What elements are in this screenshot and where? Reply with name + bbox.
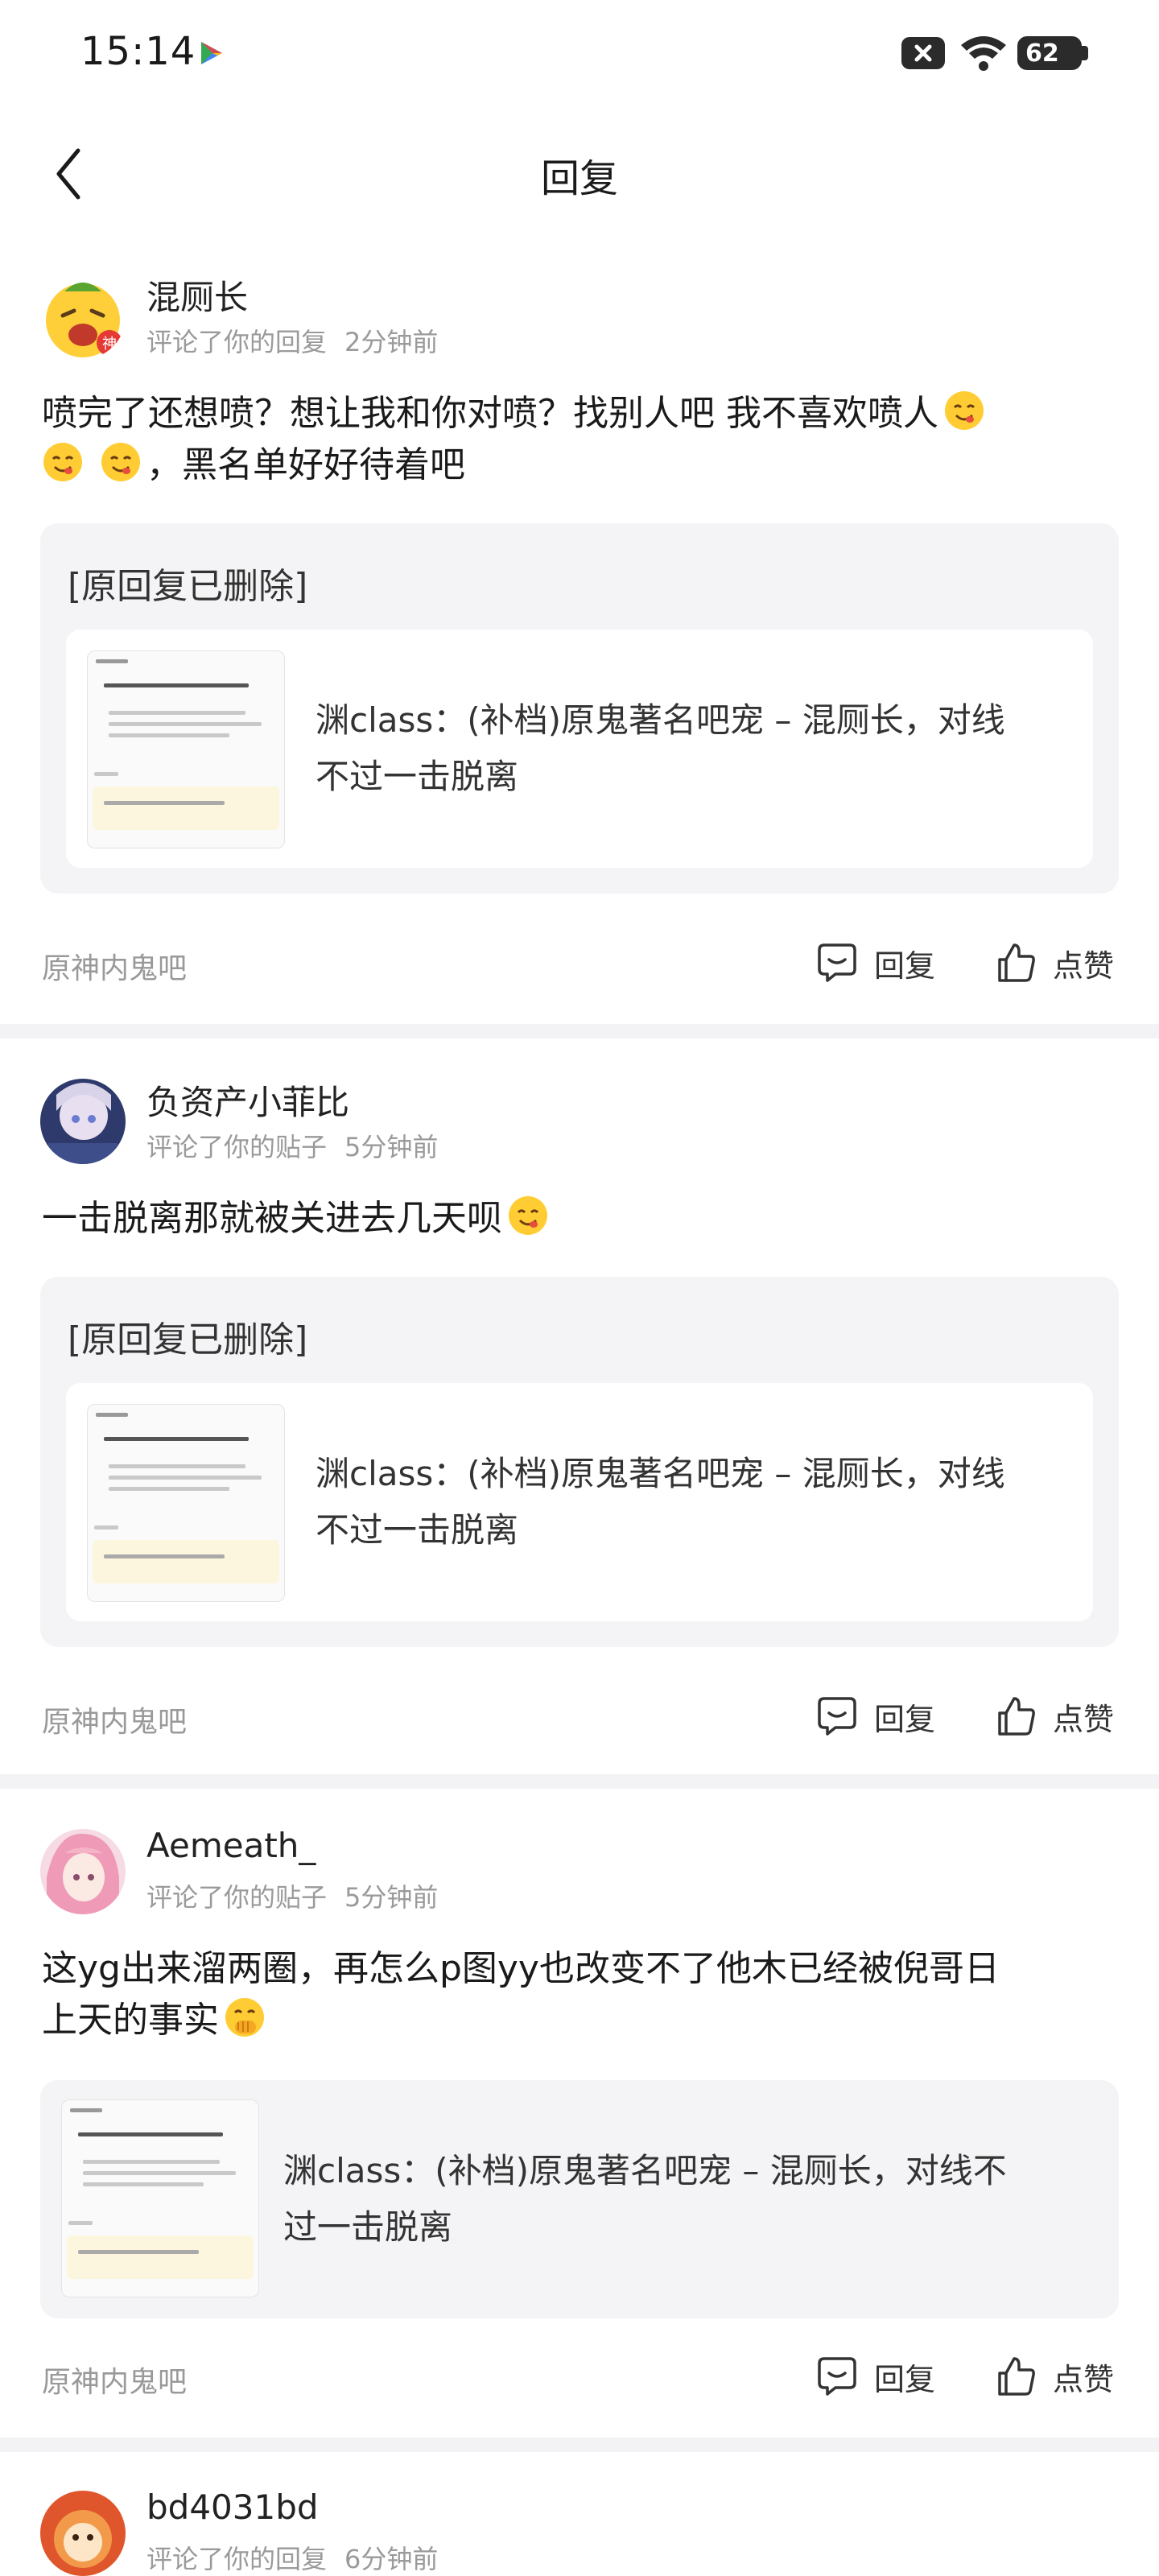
comment-bubble-icon <box>818 2357 856 2396</box>
meta-info: 评论了你的贴子 5分钟前 <box>146 1127 456 1164</box>
thumbs-up-icon <box>998 943 1035 982</box>
notification-item[interactable]: Aemeath_ 评论了你的贴子 5分钟前 这yg出来溜两圈，再怎么p图yy也改变… <box>0 1821 1159 2465</box>
reply-button[interactable]: 回复 <box>816 2352 935 2401</box>
username[interactable]: 负资产小菲比 <box>146 1075 349 1125</box>
deleted-reply-label: [原回复已删除] <box>68 566 308 607</box>
original-post-card[interactable]: 渊class：(补档)原鬼著名吧宠 – 混厕长，对线 不过一击脱离 <box>66 1383 1093 1621</box>
hand-over-mouth-emoji <box>225 1998 264 2037</box>
avatar[interactable]: 神 <box>40 274 126 359</box>
like-button[interactable]: 点赞 <box>995 939 1114 987</box>
yum-face-emoji <box>43 443 82 481</box>
content-text: 喷完了还想喷？想让我和你对喷？找别人吧 我不喜欢喷人 <box>42 393 938 434</box>
like-label: 点赞 <box>1053 2361 1115 2397</box>
yum-face-emoji <box>509 1196 547 1235</box>
like-button[interactable]: 点赞 <box>995 1692 1114 1740</box>
avatar-anime-image <box>40 1829 126 1914</box>
battery-tip <box>1082 46 1088 60</box>
section-divider <box>0 1024 1159 1038</box>
action-text: 评论了你的回复 <box>146 327 328 357</box>
comment-content[interactable]: 这yg出来溜两圈，再怎么p图yy也改变不了他木已经被倪哥日 上天的事实 <box>42 1943 1088 2046</box>
comment-bubble-icon <box>818 943 856 982</box>
avatar[interactable] <box>40 1079 126 1164</box>
section-divider <box>0 1774 1159 1789</box>
post-title-line-1: 渊class：(补档)原鬼著名吧宠 – 混厕长，对线 <box>316 1454 1005 1493</box>
post-title: 渊class：(补档)原鬼著名吧宠 – 混厕长，对线 不过一击脱离 <box>316 1446 1072 1558</box>
battery-level: 62 <box>1025 39 1059 68</box>
post-title-line-1: 渊class：(补档)原鬼著名吧宠 – 混厕长，对线不 <box>283 2151 1007 2190</box>
yum-face-emoji <box>944 391 984 430</box>
page-title: 回复 <box>540 156 618 201</box>
comment-bubble-icon <box>818 1697 856 1736</box>
avatar-lion-image <box>40 2491 126 2576</box>
item-footer: 原神内鬼吧 回复 点赞 <box>0 1692 1159 1740</box>
like-label: 点赞 <box>1053 1701 1115 1737</box>
comment-content[interactable]: 一击脱离那就被关进去几天呗 <box>42 1193 1088 1245</box>
quoted-reply-box[interactable]: [原回复已删除] 渊class：(补档)原鬼著名吧宠 – 混厕长，对线 不过一击… <box>40 1277 1119 1647</box>
deleted-reply-label: [原回复已删除] <box>68 1319 308 1360</box>
timestamp: 5分钟前 <box>344 1132 439 1162</box>
reply-label: 回复 <box>874 1701 936 1737</box>
thumbs-up-icon <box>998 2357 1035 2396</box>
reply-label: 回复 <box>874 2361 936 2397</box>
section-divider <box>0 2438 1159 2452</box>
post-title-line-2: 不过一击脱离 <box>316 757 519 796</box>
reply-label: 回复 <box>874 947 936 984</box>
timestamp: 2分钟前 <box>344 327 439 357</box>
notification-item[interactable]: 负资产小菲比 评论了你的贴子 5分钟前 一击脱离那就被关进去几天呗 [原回复已删除… <box>0 1071 1159 1787</box>
item-footer: 原神内鬼吧 回复 点赞 <box>0 939 1159 987</box>
comment-content[interactable]: 喷完了还想喷？想让我和你对喷？找别人吧 我不喜欢喷人 ，黑名单好好待着吧 <box>42 388 1088 491</box>
notification-close-icon <box>901 37 945 69</box>
content-text: 这yg出来溜两圈，再怎么p图yy也改变不了他木已经被倪哥日 <box>42 1948 1000 1989</box>
avatar[interactable] <box>40 2491 126 2576</box>
like-button[interactable]: 点赞 <box>995 2352 1114 2401</box>
thumbs-up-icon <box>998 1697 1035 1736</box>
avatar[interactable] <box>40 1829 126 1914</box>
post-thumbnail <box>87 1404 285 1602</box>
username[interactable]: Aemeath_ <box>146 1826 316 1865</box>
like-label: 点赞 <box>1053 947 1115 984</box>
timestamp: 6分钟前 <box>344 2544 439 2574</box>
avatar-emoji-image: 神 <box>40 274 126 359</box>
action-text: 评论了你的贴子 <box>146 1882 328 1913</box>
original-post-card[interactable]: 渊class：(补档)原鬼著名吧宠 – 混厕长，对线 不过一击脱离 <box>66 630 1093 868</box>
play-store-icon <box>201 42 222 64</box>
notification-item[interactable]: 神 混厕长 评论了你的回复 2分钟前 喷完了还想喷？想让我和你对喷？找别人吧 我不… <box>0 266 1159 1030</box>
page-header: 回复 <box>0 121 1159 225</box>
svg-text:神: 神 <box>102 336 117 353</box>
quoted-reply-box[interactable]: [原回复已删除] 渊class：(补档)原鬼著名吧宠 – 混厕长，对线 不过一击… <box>40 523 1119 894</box>
status-bar: 15:14 62 <box>0 0 1159 105</box>
post-title-line-2: 过一击脱离 <box>283 2207 453 2247</box>
post-title: 渊class：(补档)原鬼著名吧宠 – 混厕长，对线不 过一击脱离 <box>283 2143 1096 2256</box>
post-thumbnail <box>61 2099 259 2297</box>
meta-info: 评论了你的贴子 5分钟前 <box>146 1877 456 1914</box>
post-thumbnail <box>87 650 285 848</box>
action-text: 评论了你的贴子 <box>146 1132 328 1162</box>
wifi-icon <box>961 36 1006 71</box>
meta-info: 评论了你的回复 6分钟前 <box>146 2539 456 2576</box>
avatar-anime-image <box>40 1079 126 1164</box>
post-title-line-2: 不过一击脱离 <box>316 1510 519 1550</box>
forum-name[interactable]: 原神内鬼吧 <box>42 945 187 987</box>
yum-face-emoji <box>101 443 140 481</box>
username[interactable]: bd4031bd <box>146 2487 319 2527</box>
content-text: 一击脱离那就被关进去几天呗 <box>42 1198 502 1239</box>
forum-name[interactable]: 原神内鬼吧 <box>42 2359 187 2401</box>
meta-info: 评论了你的回复 2分钟前 <box>146 322 456 359</box>
battery-indicator: 62 <box>1017 36 1088 70</box>
status-time: 15:14 <box>80 29 196 74</box>
content-text-continued: ，黑名单好好待着吧 <box>146 444 465 485</box>
reply-button[interactable]: 回复 <box>816 939 935 987</box>
content-text-continued: 上天的事实 <box>42 2000 219 2041</box>
notification-item[interactable]: bd4031bd 评论了你的回复 6分钟前 <box>0 2483 1159 2576</box>
reply-button[interactable]: 回复 <box>816 1692 935 1740</box>
timestamp: 5分钟前 <box>344 1882 439 1913</box>
post-title-line-1: 渊class：(补档)原鬼著名吧宠 – 混厕长，对线 <box>316 700 1005 740</box>
forum-name[interactable]: 原神内鬼吧 <box>42 1699 187 1740</box>
username[interactable]: 混厕长 <box>146 270 248 320</box>
action-text: 评论了你的回复 <box>146 2544 328 2574</box>
item-footer: 原神内鬼吧 回复 点赞 <box>0 2352 1159 2401</box>
quoted-post-box[interactable]: 渊class：(补档)原鬼著名吧宠 – 混厕长，对线不 过一击脱离 <box>40 2080 1119 2318</box>
post-title: 渊class：(补档)原鬼著名吧宠 – 混厕长，对线 不过一击脱离 <box>316 692 1072 805</box>
